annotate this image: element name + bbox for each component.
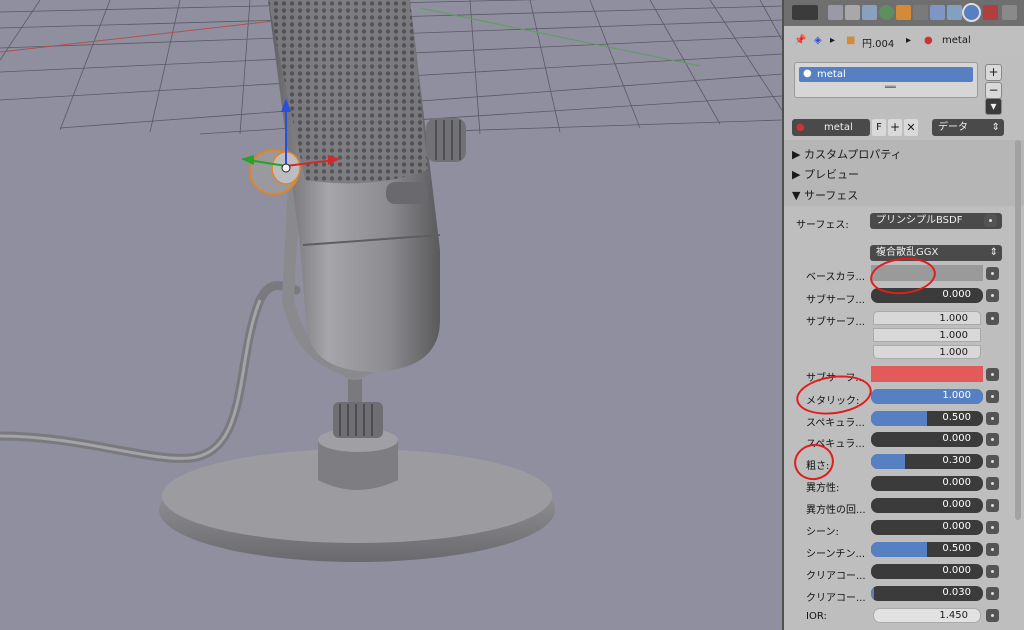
section-custom-props[interactable]: ▶ カスタムプロパティ	[792, 146, 902, 162]
particles-tab-icon[interactable]	[1002, 5, 1017, 20]
chevron-right-icon: ▸	[906, 35, 912, 46]
properties-panel: 📌 ◈ ▸ ■ 円.004 ▸ ● metal ● metal ══ + − ▾…	[782, 0, 1024, 630]
specular-label: スペキュラ...	[806, 418, 865, 429]
surface-label: サーフェス:	[796, 220, 849, 231]
breadcrumb-object: 円.004	[862, 39, 895, 50]
constraints-tab-icon[interactable]	[913, 5, 928, 20]
selected-object[interactable]	[249, 149, 301, 195]
viewport-scene	[0, 0, 782, 562]
sheen-label: シーン:	[806, 527, 839, 538]
subsurface-color-swatch[interactable]	[871, 366, 983, 382]
chevron-right-icon: ▸	[830, 35, 836, 46]
ior-field[interactable]: 1.450	[873, 608, 981, 623]
slider-fill	[871, 454, 905, 469]
specular-node-icon[interactable]	[986, 412, 999, 425]
clearcoat-roughness-label: クリアコー...	[806, 593, 866, 604]
section-preview[interactable]: ▶ プレビュー	[792, 166, 859, 182]
sheen-tint-slider[interactable]: 0.500	[871, 542, 983, 557]
roughness-node-icon[interactable]	[986, 455, 999, 468]
node-link-icon[interactable]	[984, 214, 997, 227]
sheen-slider[interactable]: 0.000	[871, 520, 983, 535]
sheen-tint-label: シーンチン...	[806, 549, 866, 560]
ior-node-icon[interactable]	[986, 609, 999, 622]
clearcoat-roughness-slider[interactable]: 0.030	[871, 586, 983, 601]
sheen-tint-node-icon[interactable]	[986, 543, 999, 556]
cable	[0, 281, 301, 463]
radius-z-field[interactable]: 1.000	[873, 345, 981, 359]
material-browse-icon: ●	[796, 122, 805, 133]
distribution-dropdown[interactable]: 複合散乱GGX ⇕	[870, 245, 1002, 261]
specular-tint-node-icon[interactable]	[986, 433, 999, 446]
subsurface-color-node-icon[interactable]	[986, 368, 999, 381]
list-resize-handle[interactable]: ══	[885, 83, 896, 93]
slider-fill	[871, 586, 875, 601]
modifiers-tab-icon[interactable]	[930, 5, 945, 20]
unlink-material-icon[interactable]: ✕	[904, 119, 918, 136]
subsurface-label: サブサーフ...	[806, 295, 865, 306]
dropdown-arrows-icon: ⇕	[989, 247, 998, 258]
metallic-node-icon[interactable]	[986, 390, 999, 403]
anisotropic-slider[interactable]: 0.000	[871, 476, 983, 491]
scene-icon: ◈	[814, 35, 822, 46]
clearcoat-roughness-node-icon[interactable]	[986, 587, 999, 600]
radius-y-field[interactable]: 1.000	[873, 328, 981, 342]
surface-shader-dropdown[interactable]: プリンシプルBSDF	[870, 213, 1002, 229]
material-icon: ●	[924, 35, 933, 46]
material-tab-icon[interactable]	[962, 3, 981, 22]
clearcoat-label: クリアコー...	[806, 571, 866, 582]
add-slot-button[interactable]: +	[985, 64, 1002, 81]
slot-specials-button[interactable]: ▾	[985, 98, 1002, 115]
slider-fill	[871, 542, 927, 557]
properties-header	[784, 0, 1024, 26]
material-slot-item[interactable]: ● metal	[799, 67, 973, 82]
material-browse[interactable]: ● metal	[792, 119, 870, 136]
specular-slider[interactable]: 0.500	[871, 411, 983, 426]
material-sphere-icon: ●	[803, 68, 812, 79]
anisotropic-node-icon[interactable]	[986, 477, 999, 490]
scene-tab-icon[interactable]	[862, 5, 877, 20]
remove-slot-button[interactable]: −	[985, 82, 1002, 99]
link-data-dropdown[interactable]: データ ⇕	[932, 119, 1004, 136]
render-tab-icon[interactable]	[828, 5, 843, 20]
anisotropic-rotation-node-icon[interactable]	[986, 499, 999, 512]
fake-user-button[interactable]: F	[872, 119, 886, 136]
panel-scrollbar[interactable]	[1015, 140, 1021, 520]
object-tab-icon[interactable]	[896, 5, 911, 20]
world-tab-icon[interactable]	[879, 5, 894, 20]
new-material-icon[interactable]: +	[888, 119, 902, 136]
subsurface-radius-label: サブサーフ...	[806, 317, 865, 328]
sheen-node-icon[interactable]	[986, 521, 999, 534]
render-layers-tab-icon[interactable]	[845, 5, 860, 20]
roughness-slider[interactable]: 0.300	[871, 454, 983, 469]
ior-label: IOR:	[806, 611, 827, 622]
subsurface-radius-node-icon[interactable]	[986, 312, 999, 325]
dropdown-arrows-icon: ⇕	[991, 122, 1000, 133]
section-surface[interactable]: ▼ サーフェス	[792, 187, 858, 203]
editor-type-menu-icon[interactable]	[792, 5, 818, 20]
clearcoat-slider[interactable]: 0.000	[871, 564, 983, 579]
metallic-slider[interactable]: 1.000	[871, 389, 983, 404]
breadcrumb: 📌 ◈ ▸ ■ 円.004 ▸ ● metal	[784, 26, 1024, 56]
base-color-node-icon[interactable]	[986, 267, 999, 280]
material-selector: ● metal F + ✕ データ ⇕	[792, 119, 1012, 136]
subsurface-node-icon[interactable]	[986, 289, 999, 302]
object-icon: ■	[846, 35, 856, 46]
anisotropic-rotation-slider[interactable]: 0.000	[871, 498, 983, 513]
radius-x-field[interactable]: 1.000	[873, 311, 981, 325]
material-slot-list[interactable]: ● metal ══	[794, 62, 978, 98]
texture-tab-icon[interactable]	[983, 5, 998, 20]
anisotropic-label: 異方性:	[806, 483, 840, 494]
anisotropic-rotation-label: 異方性の回...	[806, 505, 866, 516]
clearcoat-node-icon[interactable]	[986, 565, 999, 578]
breadcrumb-material: metal	[942, 35, 971, 46]
data-tab-icon[interactable]	[947, 5, 962, 20]
specular-tint-slider[interactable]: 0.000	[871, 432, 983, 447]
base-color-label: ベースカラ...	[806, 272, 866, 283]
slider-fill	[871, 411, 927, 426]
3d-viewport[interactable]	[0, 0, 782, 630]
pin-icon[interactable]: 📌	[794, 35, 806, 46]
